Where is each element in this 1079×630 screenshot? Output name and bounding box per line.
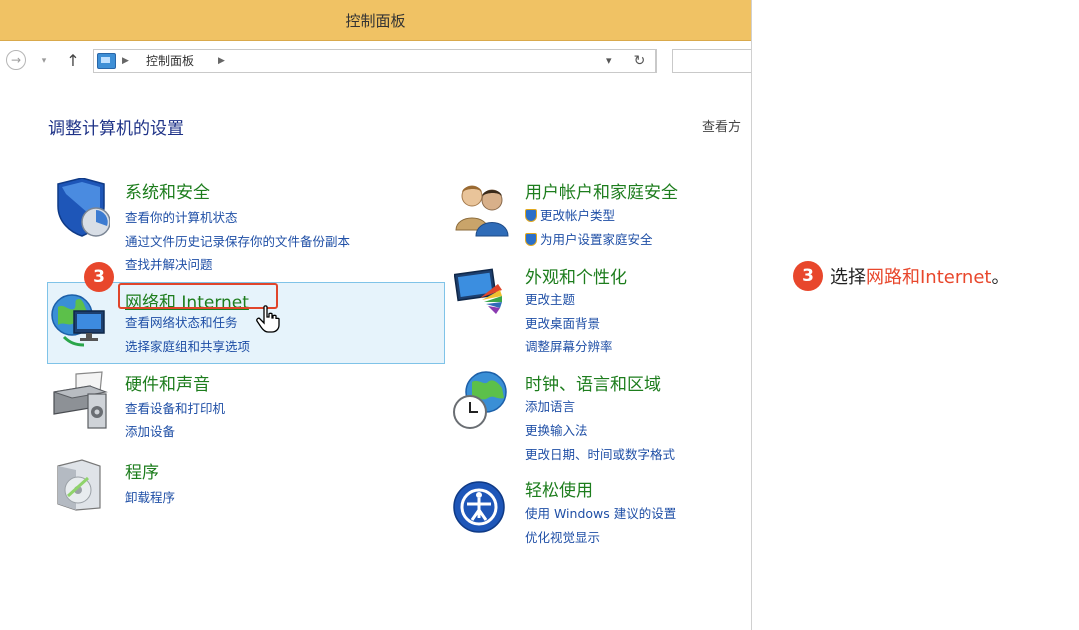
annotation-step-badge: 3 <box>793 261 823 291</box>
link-date-time-format[interactable]: 更改日期、时间或数字格式 <box>525 444 675 463</box>
link-windows-suggested-settings[interactable]: 使用 Windows 建议的设置 <box>525 503 676 522</box>
up-arrow-icon[interactable]: ↑ <box>64 51 82 71</box>
users-icon[interactable] <box>452 178 512 242</box>
link-add-device[interactable]: 添加设备 <box>125 421 175 440</box>
control-panel-window: 控制面板 → ▾ ↑ ▶ 控制面板 ▶ ▾ ↻ 调整计算机的设置 查看方 系统和… <box>0 0 752 630</box>
link-devices-printers[interactable]: 查看设备和打印机 <box>125 398 225 417</box>
category-title-ease[interactable]: 轻松使用 <box>525 476 593 501</box>
link-change-input-method[interactable]: 更换输入法 <box>525 420 588 439</box>
annotation-suffix: 。 <box>991 267 1010 288</box>
recent-dropdown-icon[interactable]: ▾ <box>38 51 50 71</box>
step-badge: 3 <box>84 262 114 292</box>
ease-of-access-icon[interactable] <box>452 480 506 538</box>
address-bar-row: → ▾ ↑ ▶ 控制面板 ▶ ▾ ↻ <box>0 41 751 81</box>
appearance-icon[interactable] <box>453 268 510 324</box>
link-change-account-type[interactable]: 更改帐户类型 <box>525 205 615 224</box>
page-heading: 调整计算机的设置 <box>48 119 184 139</box>
link-homegroup-sharing[interactable]: 选择家庭组和共享选项 <box>125 336 250 355</box>
category-title-programs[interactable]: 程序 <box>125 458 159 483</box>
link-change-theme[interactable]: 更改主题 <box>525 289 575 308</box>
address-box[interactable]: ▶ 控制面板 ▶ ▾ <box>93 49 657 73</box>
breadcrumb-chevron-icon[interactable]: ▶ <box>218 50 225 72</box>
uac-shield-icon <box>525 233 537 246</box>
title-bar: 控制面板 <box>0 0 751 41</box>
link-network-status[interactable]: 查看网络状态和任务 <box>125 312 238 331</box>
network-globe-icon[interactable] <box>50 291 108 355</box>
link-text: 为用户设置家庭安全 <box>540 232 653 247</box>
link-view-computer-status[interactable]: 查看你的计算机状态 <box>125 207 238 226</box>
search-input[interactable] <box>672 49 751 73</box>
hand-cursor-icon <box>256 305 280 337</box>
link-add-language[interactable]: 添加语言 <box>525 396 575 415</box>
address-dropdown-icon[interactable]: ▾ <box>606 50 612 72</box>
breadcrumb-chevron-icon[interactable]: ▶ <box>122 50 129 72</box>
annotation-text: 选择网路和Internet。 <box>830 263 1009 289</box>
link-optimize-visual-display[interactable]: 优化视觉显示 <box>525 527 600 546</box>
link-text: 更改帐户类型 <box>540 208 616 223</box>
shield-icon[interactable] <box>52 177 111 244</box>
breadcrumb-control-panel[interactable]: 控制面板 <box>146 50 194 72</box>
clock-globe-icon[interactable] <box>450 368 510 436</box>
category-title-hardware[interactable]: 硬件和声音 <box>125 370 210 395</box>
programs-icon[interactable] <box>52 456 106 516</box>
annotation-prefix: 选择 <box>830 267 866 288</box>
back-button[interactable]: → <box>6 50 26 70</box>
annotation-highlight: 网路和Internet <box>866 267 992 288</box>
view-by-label[interactable]: 查看方 <box>702 116 741 135</box>
control-panel-icon <box>97 53 116 69</box>
link-file-history-backup[interactable]: 通过文件历史记录保存你的文件备份副本 <box>125 231 350 250</box>
refresh-button[interactable]: ↻ <box>624 49 656 73</box>
link-uninstall-program[interactable]: 卸载程序 <box>125 487 175 506</box>
network-callout-outline <box>118 283 278 309</box>
link-desktop-background[interactable]: 更改桌面背景 <box>525 313 600 332</box>
category-title-users[interactable]: 用户帐户和家庭安全 <box>525 178 678 203</box>
uac-shield-icon <box>525 209 537 222</box>
link-troubleshoot[interactable]: 查找并解决问题 <box>125 254 213 273</box>
category-title-appearance[interactable]: 外观和个性化 <box>525 263 627 288</box>
category-title-clock[interactable]: 时钟、语言和区域 <box>525 370 661 395</box>
link-family-safety[interactable]: 为用户设置家庭安全 <box>525 229 653 248</box>
window-title: 控制面板 <box>345 12 406 30</box>
printer-icon[interactable] <box>50 370 110 436</box>
category-title-system[interactable]: 系统和安全 <box>125 178 210 203</box>
link-screen-resolution[interactable]: 调整屏幕分辨率 <box>525 336 613 355</box>
